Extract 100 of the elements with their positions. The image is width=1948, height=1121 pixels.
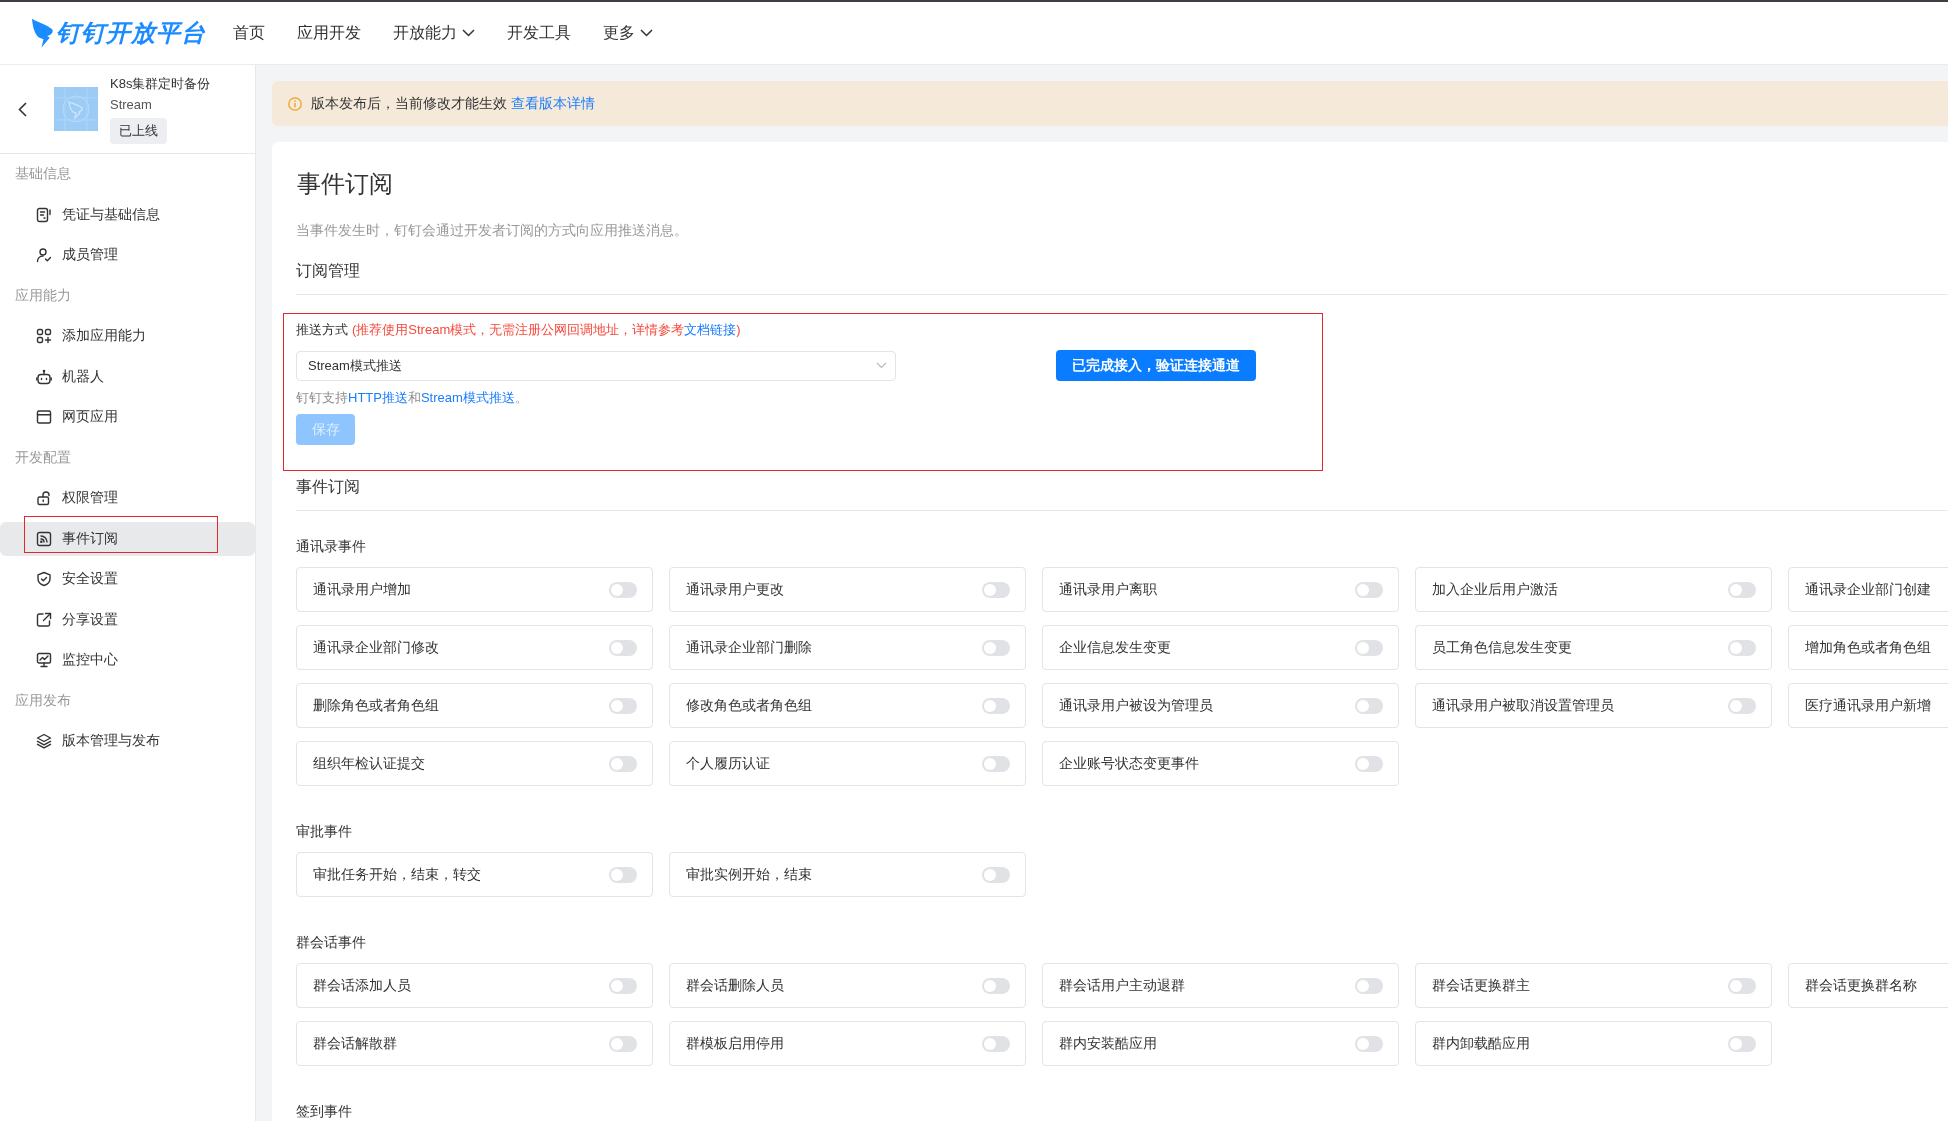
status-badge: 已上线 <box>110 118 167 144</box>
event-label: 通讯录用户离职 <box>1059 580 1157 599</box>
event-label: 企业信息发生变更 <box>1059 638 1171 657</box>
event-label: 企业账号状态变更事件 <box>1059 754 1199 773</box>
event-label: 审批实例开始，结束 <box>686 865 812 884</box>
toggle-switch[interactable] <box>982 697 1010 714</box>
toggle-switch[interactable] <box>1355 977 1383 994</box>
toggle-switch[interactable] <box>1355 697 1383 714</box>
push-mode-select[interactable]: Stream模式推送 <box>296 350 896 381</box>
sidebar-item[interactable]: 监控中心 <box>0 643 255 678</box>
event-label: 群会话添加人员 <box>313 976 411 995</box>
toggle-switch[interactable] <box>1728 697 1756 714</box>
apps-add-icon <box>36 328 52 345</box>
sidebar-item[interactable]: 成员管理 <box>0 238 255 273</box>
event-label: 群会话更换群名称 <box>1805 976 1917 995</box>
toggle-switch[interactable] <box>982 581 1010 598</box>
event-label: 通讯录用户被设为管理员 <box>1059 696 1213 715</box>
event-label: 通讯录用户增加 <box>313 580 411 599</box>
app-icon <box>54 87 98 131</box>
nav-link[interactable]: 更多 <box>603 22 653 44</box>
toggle-switch[interactable] <box>609 581 637 598</box>
help-text: 钉钉支持HTTP推送和Stream模式推送。 <box>296 390 528 405</box>
event-label: 组织年检认证提交 <box>313 754 425 773</box>
event-label: 群会话解散群 <box>313 1034 397 1053</box>
toggle-switch[interactable] <box>609 639 637 656</box>
toggle-switch[interactable] <box>1355 1035 1383 1052</box>
sidebar-item[interactable]: 安全设置 <box>0 562 255 597</box>
nav-link[interactable]: 应用开发 <box>297 22 361 44</box>
sidebar-item[interactable]: 权限管理 <box>0 481 255 516</box>
page-description: 当事件发生时，钉钉会通过开发者订阅的方式向应用推送消息。 <box>296 223 688 238</box>
sidebar-item[interactable]: 网页应用 <box>0 400 255 435</box>
event-label: 群模板启用停用 <box>686 1034 784 1053</box>
lock-icon <box>36 490 52 507</box>
group-title: 审批事件 <box>296 824 352 839</box>
chevron-down-icon <box>462 29 475 37</box>
section-heading: 事件订阅 <box>296 477 360 497</box>
event-label: 群内安装酷应用 <box>1059 1034 1157 1053</box>
toggle-switch[interactable] <box>982 639 1010 656</box>
event-label: 修改角色或者角色组 <box>686 696 812 715</box>
toggle-switch[interactable] <box>609 697 637 714</box>
toggle-switch[interactable] <box>1728 639 1756 656</box>
page-title: 事件订阅 <box>297 170 393 197</box>
toggle-switch[interactable] <box>1355 581 1383 598</box>
sidebar-item[interactable]: 添加应用能力 <box>0 319 255 354</box>
event-label: 群内卸载酷应用 <box>1432 1034 1530 1053</box>
sidebar-section-title: 应用能力 <box>15 286 71 305</box>
sidebar-item[interactable]: 机器人 <box>0 359 255 394</box>
external-link-icon <box>36 611 52 628</box>
toggle-switch[interactable] <box>609 977 637 994</box>
event-label: 增加角色或者角色组 <box>1805 638 1931 657</box>
rss-icon <box>36 530 52 547</box>
toggle-switch[interactable] <box>982 866 1010 883</box>
event-label: 群会话更换群主 <box>1432 976 1530 995</box>
monitor-icon <box>36 652 52 669</box>
help-link[interactable]: HTTP推送 <box>348 390 408 405</box>
robot-icon <box>36 368 52 385</box>
event-label: 通讯录用户被取消设置管理员 <box>1432 696 1614 715</box>
nav-link[interactable]: 首页 <box>233 22 265 44</box>
toggle-switch[interactable] <box>982 1035 1010 1052</box>
toggle-switch[interactable] <box>609 866 637 883</box>
help-link[interactable]: Stream模式推送 <box>420 390 515 405</box>
nav-link[interactable]: 开放能力 <box>393 22 475 44</box>
toggle-switch[interactable] <box>1355 755 1383 772</box>
event-label: 通讯录用户更改 <box>686 580 784 599</box>
toggle-switch[interactable] <box>982 755 1010 772</box>
sidebar-section-title: 应用发布 <box>15 691 71 710</box>
group-title: 签到事件 <box>296 1104 352 1119</box>
doc-link[interactable]: 文档链接 <box>684 322 737 337</box>
sidebar-item[interactable]: 版本管理与发布 <box>0 724 255 759</box>
logo-icon <box>31 17 54 49</box>
field-label: 推送方式 <box>296 321 348 339</box>
nav-link[interactable]: 开发工具 <box>507 22 571 44</box>
sidebar-item[interactable]: 分享设置 <box>0 602 255 637</box>
notice-text: 版本发布后，当前修改才能生效 <box>311 94 507 113</box>
event-label: 加入企业后用户激活 <box>1432 580 1558 599</box>
sidebar-item[interactable]: 凭证与基础信息 <box>0 197 255 232</box>
browser-window-icon <box>36 409 52 426</box>
group-title: 通讯录事件 <box>296 539 366 554</box>
toggle-switch[interactable] <box>609 1035 637 1052</box>
layers-icon <box>36 733 52 750</box>
toggle-switch[interactable] <box>1728 1035 1756 1052</box>
sidebar-section-title: 开发配置 <box>15 448 71 467</box>
chevron-down-icon <box>640 29 653 37</box>
event-label: 通讯录企业部门修改 <box>313 638 439 657</box>
info-icon <box>288 96 302 111</box>
verify-button[interactable]: 已完成接入，验证连接通道 <box>1056 350 1256 381</box>
shield-icon <box>36 571 52 588</box>
event-label: 个人履历认证 <box>686 754 770 773</box>
app-name: K8s集群定时备份 <box>110 75 211 93</box>
event-label: 通讯录企业部门创建 <box>1805 580 1931 599</box>
toggle-switch[interactable] <box>1728 581 1756 598</box>
toggle-switch[interactable] <box>1355 639 1383 656</box>
hint-text: (推荐使用Stream模式，无需注册公网回调地址，详情参考文档链接) <box>352 321 741 339</box>
app-mode: Stream <box>110 96 152 114</box>
event-label: 通讯录企业部门删除 <box>686 638 812 657</box>
toggle-switch[interactable] <box>982 977 1010 994</box>
document-icon <box>36 206 52 223</box>
back-icon[interactable] <box>18 101 27 117</box>
toggle-switch[interactable] <box>1728 977 1756 994</box>
toggle-switch[interactable] <box>609 755 637 772</box>
